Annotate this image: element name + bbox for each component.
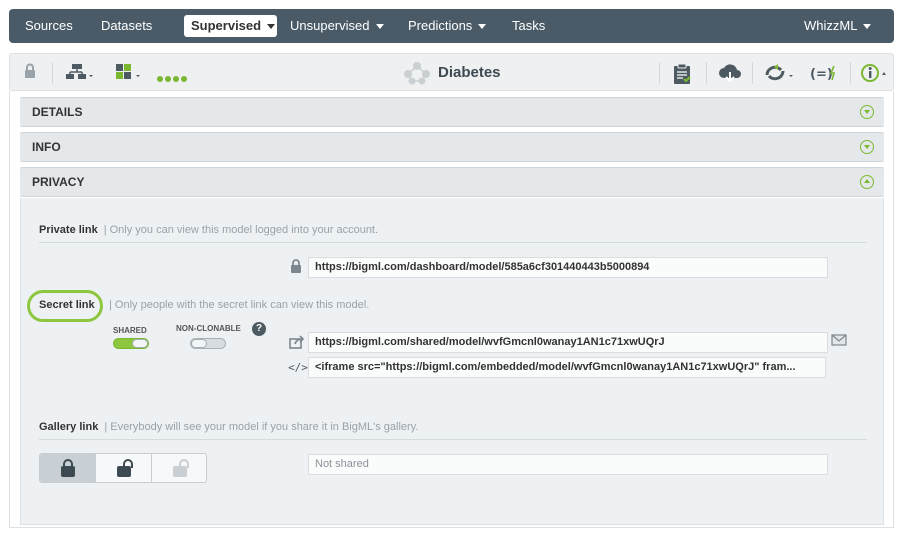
privacy-section-header[interactable]: PRIVACY: [20, 167, 884, 197]
info-icon[interactable]: [860, 63, 890, 83]
toolbar-divider: [52, 62, 53, 84]
details-section-header[interactable]: DETAILS: [20, 97, 884, 127]
tree-view-icon[interactable]: [66, 63, 94, 83]
private-link-description: | Only you can view this model logged in…: [103, 224, 379, 236]
collapse-icon[interactable]: [860, 175, 874, 189]
privacy-panel: Private link | Only you can view this mod…: [20, 198, 884, 525]
secret-link-embed-field[interactable]: <iframe src="https://bigml.com/embedded/…: [308, 357, 826, 378]
help-icon[interactable]: ?: [252, 322, 266, 336]
model-network-icon: [402, 61, 432, 85]
gallery-link-description: | Everybody will see your model if you s…: [104, 421, 419, 433]
expand-icon[interactable]: [860, 140, 874, 154]
nav-sources[interactable]: Sources: [25, 9, 73, 43]
top-nav: Sources Datasets Supervised Unsupervised…: [9, 9, 894, 43]
lock-icon: [288, 259, 304, 275]
lock-icon[interactable]: [24, 63, 36, 83]
nav-predictions-label: Predictions: [408, 18, 473, 33]
email-icon[interactable]: [831, 333, 847, 349]
shared-label: SHARED: [113, 326, 147, 335]
app-window: Sources Datasets Supervised Unsupervised…: [0, 0, 903, 534]
toolbar-divider: [706, 62, 707, 84]
private-link-title: Private link: [39, 224, 98, 236]
nav-predictions[interactable]: Predictions: [408, 9, 487, 43]
model-title-text: Diabetes: [438, 64, 501, 81]
divider: [39, 439, 867, 440]
non-clonable-toggle[interactable]: [190, 338, 226, 349]
lock-open-faint-icon: [173, 459, 189, 477]
toggle-knob: [132, 339, 148, 348]
expand-icon[interactable]: [860, 105, 874, 119]
divider: [39, 242, 867, 243]
gallery-link-header: Gallery link | Everybody will see your mo…: [39, 421, 418, 439]
private-link-url-field[interactable]: https://bigml.com/dashboard/model/585a6c…: [308, 257, 828, 278]
model-toolbar: Diabetes (=): [9, 53, 894, 91]
non-clonable-label: NON-CLONABLE: [176, 324, 241, 333]
nav-tasks[interactable]: Tasks: [512, 9, 545, 43]
secret-link-description: | Only people with the secret link can v…: [109, 299, 370, 311]
toolbar-divider: [659, 62, 660, 84]
gallery-public-clonable-button[interactable]: [152, 454, 206, 482]
svg-text:(=): (=): [810, 67, 833, 82]
toolbar-divider: [752, 62, 753, 84]
details-section-title: DETAILS: [32, 105, 83, 119]
secret-link-url-field[interactable]: https://bigml.com/shared/model/wvfGmcnl0…: [308, 332, 828, 353]
nav-user-label: WhizzML: [804, 18, 858, 33]
formula-actions-icon[interactable]: (=): [810, 63, 842, 83]
model-content: DETAILS INFO PRIVACY Private link | Only …: [9, 91, 894, 528]
shared-toggle[interactable]: [113, 338, 149, 349]
secret-link-title: Secret link: [39, 299, 95, 311]
clipboard-report-icon[interactable]: [672, 63, 692, 84]
model-title: Diabetes: [402, 60, 501, 86]
cloud-download-icon[interactable]: [718, 63, 742, 83]
chevron-down-icon: [863, 24, 872, 30]
share-icon: [289, 335, 305, 351]
lock-open-icon: [116, 459, 133, 477]
gallery-visibility-switch: [39, 453, 207, 483]
info-section-title: INFO: [32, 140, 61, 154]
model-progress-dots-icon: [157, 67, 189, 87]
cycle-actions-icon[interactable]: [764, 63, 796, 83]
chevron-down-icon: [267, 24, 276, 30]
nav-datasets[interactable]: Datasets: [101, 9, 152, 43]
nav-supervised[interactable]: Supervised: [184, 15, 277, 37]
gallery-status-field: Not shared: [308, 454, 828, 475]
private-link-header: Private link | Only you can view this mod…: [39, 224, 378, 242]
privacy-section-title: PRIVACY: [32, 175, 85, 189]
gallery-private-button[interactable]: [40, 454, 96, 482]
nav-user-menu[interactable]: WhizzML: [804, 9, 872, 43]
chevron-down-icon: [375, 24, 384, 30]
nav-unsupervised-label: Unsupervised: [290, 18, 370, 33]
info-section-header[interactable]: INFO: [20, 132, 884, 162]
nav-unsupervised[interactable]: Unsupervised: [290, 9, 384, 43]
toolbar-divider: [850, 62, 851, 84]
toggle-knob: [191, 339, 207, 348]
sunburst-view-icon[interactable]: [114, 63, 142, 83]
lock-closed-icon: [60, 459, 75, 477]
nav-supervised-label: Supervised: [191, 18, 262, 33]
chevron-down-icon: [478, 24, 487, 30]
gallery-link-title: Gallery link: [39, 421, 99, 433]
embed-code-icon: </>: [288, 361, 308, 374]
gallery-public-button[interactable]: [96, 454, 152, 482]
